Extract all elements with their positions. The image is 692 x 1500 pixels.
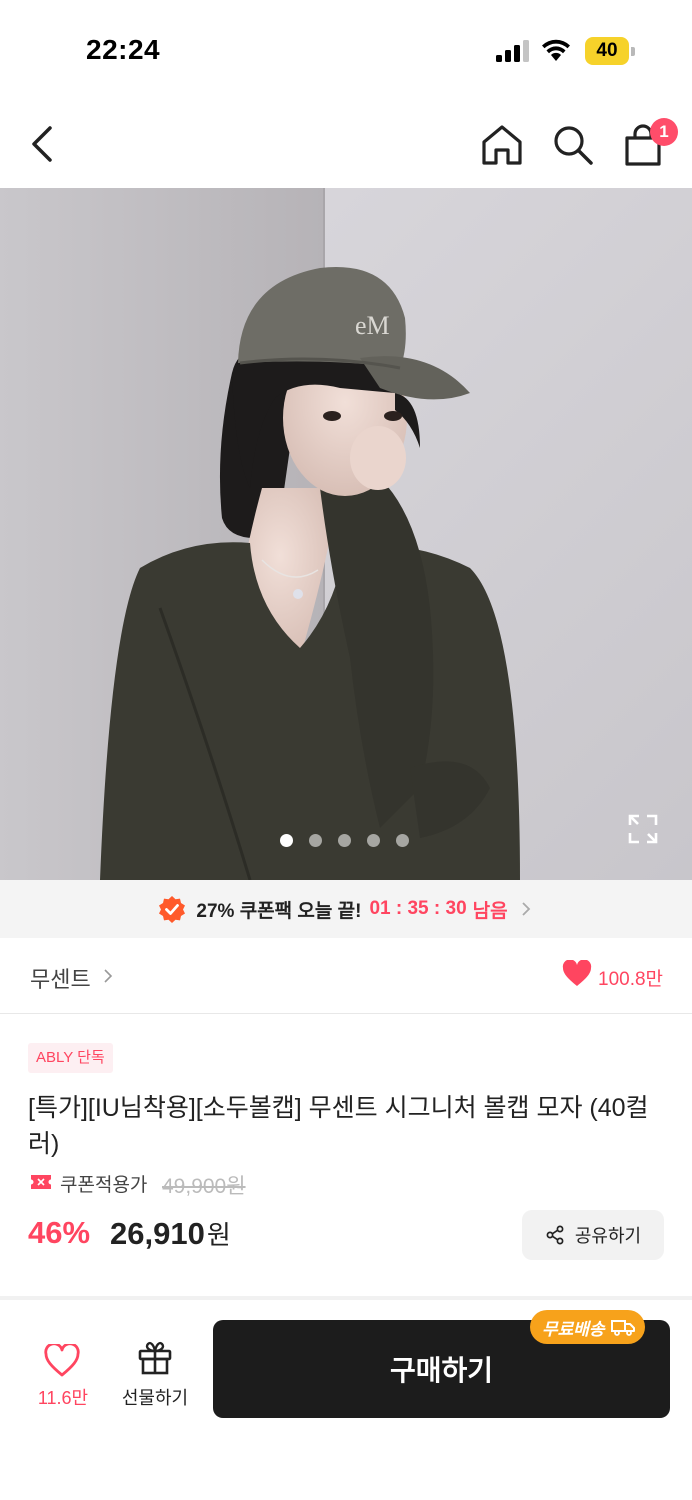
cart-count-badge: 1 [650,118,678,146]
share-icon [546,1225,564,1245]
battery-level: 40 [596,40,618,61]
nav-bar: 1 [0,100,692,188]
sale-price: 26,910원 [110,1215,231,1252]
coupon-timer: 01 : 35 : 30 [369,898,467,919]
coupon-icon [31,1175,51,1189]
chevron-right-icon [104,969,113,983]
product-image-gallery[interactable]: eM [0,188,692,880]
back-icon[interactable] [22,122,62,166]
chevron-right-icon [521,902,530,916]
heart-icon[interactable] [562,960,592,988]
truck-icon [610,1320,635,1336]
product-photo: eM [0,188,692,880]
discount-rate: 46% [28,1215,91,1250]
gift-icon[interactable] [136,1338,174,1376]
coupon-price-label: 쿠폰적용가 [60,1175,148,1196]
store-row[interactable]: 무센트 100.8만 [0,938,692,1014]
image-pagination[interactable] [280,834,409,848]
wish-count: 11.6만 [37,1388,89,1408]
share-label: 공유하기 [574,1226,642,1246]
check-badge-icon [159,896,186,923]
sale-price-value: 26,910 [110,1216,205,1251]
coupon-remain-label: 남음 [472,900,508,922]
pagination-dot[interactable] [396,834,409,847]
store-like-count: 100.8만 [598,969,664,990]
search-icon[interactable] [550,122,596,168]
bottom-action-bar: 11.6만 선물하기 구매하기 무료배송 [0,1300,692,1500]
coupon-pack-banner[interactable]: 27% 쿠폰팩 오늘 끝! 01 : 35 : 30 남음 [0,880,692,938]
store-name[interactable]: 무센트 [30,962,91,994]
share-button[interactable]: 공유하기 [522,1210,664,1260]
pagination-dot[interactable] [280,834,293,847]
pagination-dot[interactable] [338,834,351,847]
wifi-icon [542,39,570,61]
original-price: 49,900원 [162,1175,246,1198]
free-shipping-label: 무료배송 [542,1319,605,1339]
gift-label: 선물하기 [121,1388,189,1408]
svg-text:eM: eM [355,311,390,340]
product-title: [특가][IU님착용][소두볼캡] 무센트 시그니처 볼캡 모자 (40컬러) [28,1094,649,1158]
expand-icon[interactable] [626,812,660,846]
heart-outline-icon[interactable] [44,1344,80,1378]
battery-indicator: 40 [585,37,635,65]
free-shipping-badge: 무료배송 [530,1310,645,1344]
exclusive-badge: ABLY 단독 [28,1043,113,1073]
status-bar: 22:24 40 [0,0,692,100]
home-icon[interactable] [478,122,526,168]
status-time: 22:24 [86,34,161,65]
signal-icon [496,40,529,62]
pagination-dot[interactable] [309,834,322,847]
currency-unit: 원 [206,1220,231,1250]
pagination-dot[interactable] [367,834,380,847]
coupon-banner-text: 27% 쿠폰팩 오늘 끝! [196,900,362,922]
